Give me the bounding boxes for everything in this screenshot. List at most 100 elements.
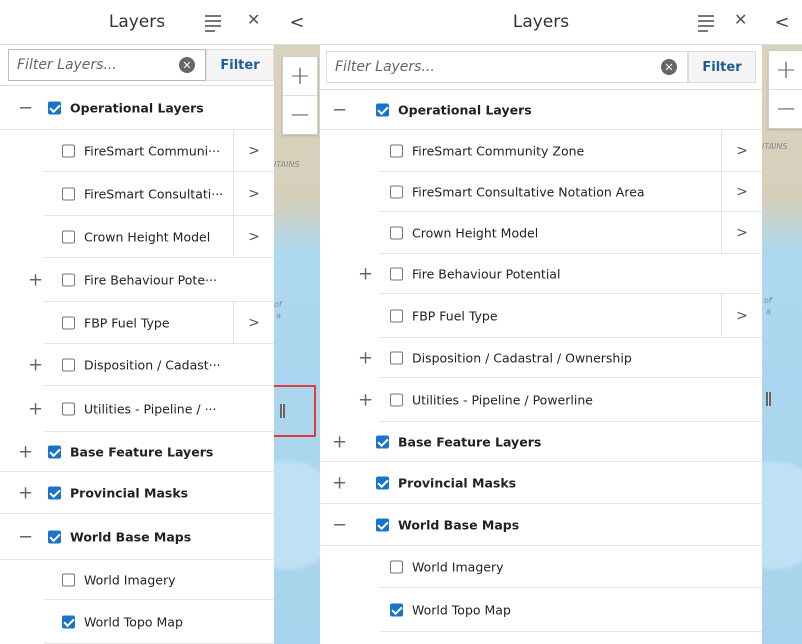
layer-row[interactable]: + Fire Behaviour Potential: [358, 254, 762, 294]
layer-checkbox[interactable]: [390, 144, 403, 157]
panel-resize-handle[interactable]: [766, 392, 771, 406]
layer-row[interactable]: World Imagery: [380, 546, 762, 588]
layer-row[interactable]: − Operational Layers: [0, 86, 274, 130]
filter-button[interactable]: Filter: [206, 49, 274, 81]
layer-checkbox[interactable]: [62, 573, 75, 586]
layer-row[interactable]: World Topo Map: [380, 588, 762, 632]
layer-row[interactable]: World Imagery: [44, 560, 274, 600]
expand-icon[interactable]: +: [18, 482, 33, 503]
collapse-icon[interactable]: −: [332, 99, 347, 120]
collapse-panel-button[interactable]: <: [762, 0, 802, 45]
layer-checkbox[interactable]: [376, 435, 389, 448]
layer-checkbox[interactable]: [376, 476, 389, 489]
layer-row[interactable]: + Base Feature Layers: [0, 432, 274, 472]
zoom-in-button[interactable]: +: [283, 57, 317, 95]
layer-checkbox[interactable]: [62, 144, 75, 157]
chevron-right-icon[interactable]: >: [721, 172, 762, 211]
chevron-right-icon[interactable]: >: [233, 172, 274, 215]
expand-icon[interactable]: +: [18, 441, 33, 462]
collapse-icon[interactable]: −: [18, 526, 33, 547]
chevron-right-icon[interactable]: >: [721, 130, 762, 171]
layer-name: Provincial Masks: [398, 475, 517, 490]
menu-icon[interactable]: [698, 15, 714, 35]
layers-panel-wide: Layers ✕ Filter Layers... ✕ Filter − Oper…: [320, 0, 762, 644]
collapse-icon[interactable]: −: [332, 514, 347, 535]
chevron-right-icon[interactable]: >: [233, 302, 274, 343]
expand-icon[interactable]: +: [28, 398, 43, 419]
expand-icon[interactable]: +: [332, 472, 347, 493]
layer-row[interactable]: − Operational Layers: [320, 90, 762, 130]
menu-icon[interactable]: [205, 15, 221, 35]
layer-row[interactable]: Crown Height Model >: [380, 212, 762, 254]
layer-row[interactable]: FireSmart Communi··· >: [44, 130, 274, 172]
clear-filter-icon[interactable]: ✕: [661, 59, 677, 75]
expand-icon[interactable]: +: [28, 269, 43, 290]
chevron-right-icon[interactable]: >: [721, 212, 762, 253]
panel-header: Layers ✕: [320, 0, 762, 44]
layer-row[interactable]: World Topo Map: [44, 600, 274, 644]
layer-checkbox[interactable]: [390, 603, 403, 616]
layer-checkbox[interactable]: [62, 615, 75, 628]
layer-checkbox[interactable]: [376, 518, 389, 531]
zoom-out-button[interactable]: −: [769, 89, 802, 128]
collapse-panel-button[interactable]: <: [274, 0, 320, 45]
expand-icon[interactable]: +: [332, 431, 347, 452]
layer-checkbox[interactable]: [48, 101, 61, 114]
layer-row[interactable]: + Disposition / Cadastral / Ownership: [358, 338, 762, 378]
layer-checkbox[interactable]: [62, 358, 75, 371]
layer-checkbox[interactable]: [62, 230, 75, 243]
layer-row[interactable]: + Provincial Masks: [0, 472, 274, 514]
layer-row[interactable]: + Provincial Masks: [320, 462, 762, 504]
zoom-out-button[interactable]: −: [283, 95, 317, 134]
filter-input[interactable]: Filter Layers... ✕: [8, 49, 206, 81]
collapse-icon[interactable]: −: [18, 97, 33, 118]
layer-checkbox[interactable]: [390, 226, 403, 239]
layer-checkbox[interactable]: [62, 402, 75, 415]
close-icon[interactable]: ✕: [247, 10, 260, 29]
layer-row[interactable]: + Utilities - Pipeline / Powerline: [358, 378, 762, 422]
chevron-right-icon[interactable]: >: [233, 216, 274, 257]
layer-checkbox[interactable]: [390, 309, 403, 322]
layer-name: FBP Fuel Type: [412, 308, 498, 323]
layer-checkbox[interactable]: [48, 486, 61, 499]
expand-icon[interactable]: +: [28, 354, 43, 375]
layer-row[interactable]: FBP Fuel Type >: [380, 294, 762, 338]
layer-row[interactable]: FBP Fuel Type >: [44, 302, 274, 344]
layer-checkbox[interactable]: [390, 393, 403, 406]
zoom-in-button[interactable]: +: [769, 51, 802, 89]
layer-checkbox[interactable]: [390, 185, 403, 198]
close-icon[interactable]: ✕: [734, 10, 747, 29]
layer-row[interactable]: FireSmart Community Zone >: [380, 130, 762, 172]
layer-name: Utilities - Pipeline / ···: [84, 401, 217, 416]
layer-checkbox[interactable]: [62, 187, 75, 200]
layer-name: Disposition / Cadast···: [84, 357, 221, 372]
layer-checkbox[interactable]: [62, 273, 75, 286]
chevron-right-icon[interactable]: >: [233, 130, 274, 171]
layer-row[interactable]: + Disposition / Cadast···: [28, 344, 274, 386]
filter-input[interactable]: Filter Layers... ✕: [326, 51, 688, 83]
layer-row[interactable]: + Utilities - Pipeline / ···: [28, 386, 274, 432]
zoom-control: + −: [282, 56, 318, 135]
layer-checkbox[interactable]: [390, 351, 403, 364]
layer-row[interactable]: FireSmart Consultative Notation Area >: [380, 172, 762, 212]
layer-checkbox[interactable]: [376, 103, 389, 116]
layer-checkbox[interactable]: [48, 530, 61, 543]
clear-filter-icon[interactable]: ✕: [179, 57, 195, 73]
expand-icon[interactable]: +: [358, 389, 373, 410]
layer-row[interactable]: FireSmart Consultati··· >: [44, 172, 274, 216]
filter-button[interactable]: Filter: [688, 51, 756, 83]
layer-checkbox[interactable]: [62, 316, 75, 329]
chevron-right-icon[interactable]: >: [721, 294, 762, 337]
layer-row[interactable]: − World Base Maps: [320, 504, 762, 546]
layer-checkbox[interactable]: [390, 560, 403, 573]
layer-checkbox[interactable]: [48, 445, 61, 458]
layer-checkbox[interactable]: [390, 267, 403, 280]
expand-icon[interactable]: +: [358, 347, 373, 368]
layer-row[interactable]: − World Base Maps: [0, 514, 274, 560]
expand-icon[interactable]: +: [358, 263, 373, 284]
layer-row[interactable]: Crown Height Model >: [44, 216, 274, 258]
layer-row[interactable]: + Base Feature Layers: [320, 422, 762, 462]
filter-bar: Filter Layers... ✕ Filter: [320, 44, 762, 90]
layer-name: World Base Maps: [70, 529, 192, 544]
layer-row[interactable]: + Fire Behaviour Pote···: [28, 258, 274, 302]
